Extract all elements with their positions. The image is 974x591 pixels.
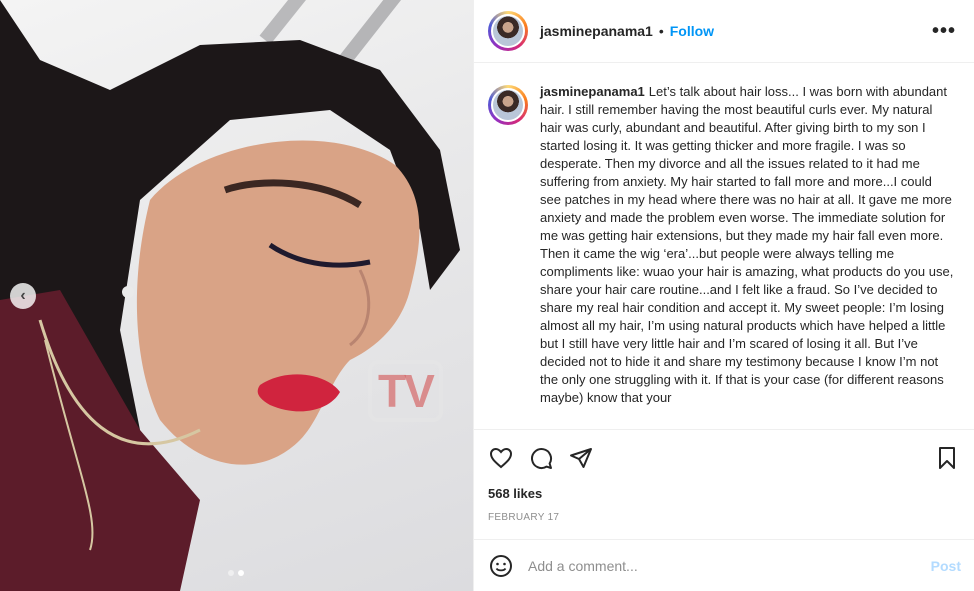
post-comment-button[interactable]: Post (931, 558, 961, 574)
caption-text: jasminepanama1 Let’s talk about hair loss… (540, 83, 956, 429)
like-count[interactable]: 568 likes (488, 486, 960, 501)
post-media: TV ‹ (0, 0, 473, 591)
slide-indicator (228, 570, 244, 576)
more-options-icon[interactable]: ••• (932, 20, 960, 43)
watermark: TV (368, 360, 443, 422)
post-actions: 568 likes FEBRUARY 17 (474, 429, 974, 537)
author-username[interactable]: jasminepanama1 (540, 23, 653, 39)
chevron-left-icon: ‹ (20, 287, 26, 304)
post-date[interactable]: FEBRUARY 17 (488, 512, 960, 523)
header-separator: • (658, 23, 664, 39)
previous-slide-button[interactable]: ‹ (10, 283, 36, 309)
share-icon[interactable] (568, 445, 594, 471)
avatar-image (491, 88, 525, 122)
post-photo (0, 0, 460, 591)
comment-bar: Post (474, 539, 974, 591)
comment-input[interactable] (528, 557, 921, 574)
heart-icon[interactable] (488, 445, 514, 471)
post-header: jasminepanama1 • Follow ••• (474, 0, 974, 63)
caption-section: jasminepanama1 Let’s talk about hair loss… (474, 63, 974, 429)
emoji-icon[interactable] (488, 553, 514, 579)
avatar-image (491, 14, 525, 48)
post-details-panel: jasminepanama1 • Follow ••• jasminepanam… (473, 0, 974, 591)
action-icons (488, 430, 960, 482)
follow-button[interactable]: Follow (670, 23, 714, 39)
caption-author-avatar[interactable] (488, 85, 528, 125)
comment-icon[interactable] (528, 445, 554, 471)
slide-dot (228, 570, 234, 576)
caption-username[interactable]: jasminepanama1 (540, 84, 645, 99)
author-avatar[interactable] (488, 11, 528, 51)
slide-dot-active (238, 570, 244, 576)
bookmark-icon[interactable] (934, 445, 960, 471)
caption-body: Let’s talk about hair loss... I was born… (540, 84, 954, 405)
